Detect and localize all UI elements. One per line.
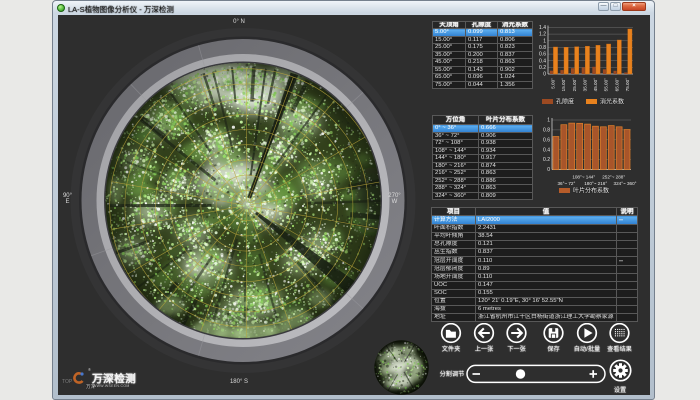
svg-text:324°~ 360°: 324°~ 360° [614,181,637,186]
svg-text:55.00°: 55.00° [604,78,609,91]
svg-text:36°~ 72°: 36°~ 72° [557,181,575,186]
svg-text:0.4: 0.4 [539,58,546,64]
svg-text:252°~ 288°: 252°~ 288° [602,175,625,180]
svg-text:消光系数: 消光系数 [600,98,624,106]
svg-text:0.4: 0.4 [543,147,550,153]
svg-text:0.6: 0.6 [539,52,546,58]
svg-text:1: 1 [547,118,550,124]
svg-text:0.8: 0.8 [543,128,550,134]
svg-text:TOP: TOP [62,379,73,385]
svg-text:1: 1 [543,38,546,44]
svg-text:叶片分布系数: 叶片分布系数 [573,187,609,195]
svg-text:0.2: 0.2 [539,65,546,71]
svg-text:0: 0 [543,72,546,78]
svg-text:0: 0 [547,167,550,173]
svg-text:45.00°: 45.00° [593,78,598,91]
svg-text:65.00°: 65.00° [614,78,619,91]
svg-text:25.00°: 25.00° [572,78,577,91]
svg-text:35.00°: 35.00° [582,78,587,91]
svg-text:0.8: 0.8 [539,45,546,51]
svg-text:1.4: 1.4 [539,25,546,31]
svg-text:0.6: 0.6 [543,137,550,143]
svg-text:1.2: 1.2 [539,32,546,38]
svg-text:75.00°: 75.00° [625,78,630,91]
svg-text:孔隙度: 孔隙度 [556,98,574,106]
svg-text:108°~ 144°: 108°~ 144° [572,175,595,180]
svg-text:15.00°: 15.00° [561,78,566,91]
svg-text:180°~ 216°: 180°~ 216° [584,181,607,186]
svg-text:0.2: 0.2 [543,157,550,163]
svg-text:5.00°: 5.00° [551,78,556,89]
